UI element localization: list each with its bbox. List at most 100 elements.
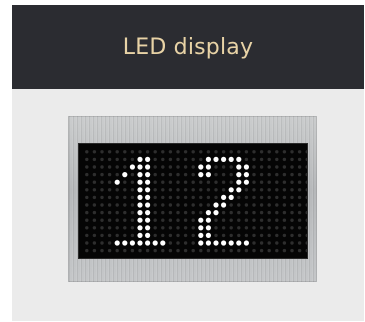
led-dot-unlit bbox=[290, 188, 294, 192]
led-dot-unlit bbox=[282, 233, 287, 238]
led-dot-unlit bbox=[267, 195, 271, 200]
led-dot-unlit bbox=[259, 248, 264, 253]
led-dot-unlit bbox=[153, 165, 157, 169]
led-dot-unlit bbox=[85, 180, 89, 184]
led-dot-unlit bbox=[176, 218, 180, 222]
led-dot-unlit bbox=[130, 203, 135, 207]
led-dot-lit-digit-2 bbox=[205, 240, 211, 246]
led-dot-unlit bbox=[107, 172, 112, 177]
led-dot-unlit bbox=[214, 218, 218, 222]
led-dot-unlit bbox=[275, 233, 279, 238]
led-dot-unlit bbox=[191, 172, 195, 177]
led-dot-unlit bbox=[85, 241, 89, 245]
led-dot-unlit bbox=[275, 195, 279, 200]
led-dot-unlit bbox=[100, 165, 104, 169]
led-dot-unlit bbox=[252, 180, 256, 184]
led-dot-unlit bbox=[290, 218, 294, 222]
led-dot-lit-digit-2 bbox=[221, 240, 227, 246]
led-dot-unlit bbox=[282, 180, 287, 184]
led-dot-unlit bbox=[168, 248, 173, 253]
led-dot-unlit bbox=[100, 172, 104, 177]
led-dot-unlit bbox=[130, 157, 135, 162]
led-dot-lit-digit-2 bbox=[236, 187, 242, 193]
led-dot-unlit bbox=[130, 180, 135, 184]
led-dot-unlit bbox=[221, 226, 226, 230]
led-dot-unlit bbox=[168, 188, 173, 192]
led-dot-unlit bbox=[168, 157, 173, 162]
led-dot-lit-digit-2 bbox=[236, 164, 242, 170]
led-dot-unlit bbox=[206, 248, 211, 253]
led-dot-unlit bbox=[297, 165, 302, 169]
led-dot-unlit bbox=[153, 248, 157, 253]
led-dot-unlit bbox=[275, 218, 279, 222]
led-dot-unlit bbox=[297, 157, 302, 162]
led-dot-unlit bbox=[176, 180, 180, 184]
led-dot-unlit bbox=[107, 188, 112, 192]
led-dot-unlit bbox=[92, 226, 97, 230]
led-dot-unlit bbox=[290, 248, 294, 253]
led-dot-unlit bbox=[244, 248, 249, 253]
led-dot-unlit bbox=[221, 233, 226, 238]
led-dot-unlit bbox=[199, 150, 203, 154]
led-dot-unlit bbox=[290, 150, 294, 154]
led-dot-lit-digit-2 bbox=[198, 164, 204, 170]
led-dot-lit-digit-1 bbox=[137, 156, 143, 162]
led-dot-unlit bbox=[100, 157, 104, 162]
led-dot-lit-digit-2 bbox=[243, 240, 249, 246]
led-dot-unlit bbox=[229, 150, 233, 154]
led-dot-unlit bbox=[267, 180, 271, 184]
led-dot-unlit bbox=[290, 226, 294, 230]
led-dot-unlit bbox=[130, 218, 135, 222]
led-dot-lit-digit-1 bbox=[137, 217, 143, 223]
led-dot-unlit bbox=[85, 218, 89, 222]
led-dot-unlit bbox=[267, 165, 271, 169]
led-dot-lit-digit-1 bbox=[137, 194, 143, 200]
led-dot-unlit bbox=[221, 150, 226, 154]
led-dot-unlit bbox=[168, 180, 173, 184]
led-dot-unlit bbox=[161, 226, 165, 230]
led-dot-unlit bbox=[85, 150, 89, 154]
led-dot-lit-digit-1 bbox=[122, 240, 128, 246]
led-dot-unlit bbox=[168, 203, 173, 207]
led-dot-unlit bbox=[244, 150, 249, 154]
led-dot-unlit bbox=[267, 157, 271, 162]
led-dot-unlit bbox=[221, 248, 226, 253]
led-dot-unlit bbox=[183, 150, 188, 154]
led-dot-unlit bbox=[290, 233, 294, 238]
led-dot-lit-digit-2 bbox=[243, 179, 249, 185]
led-dot-unlit bbox=[176, 165, 180, 169]
led-dot-unlit bbox=[297, 150, 302, 154]
led-dot-lit-digit-2 bbox=[205, 225, 211, 231]
led-dot-unlit bbox=[107, 203, 112, 207]
led-dot-unlit bbox=[244, 195, 249, 200]
led-dot-unlit bbox=[107, 226, 112, 230]
led-dot-unlit bbox=[275, 188, 279, 192]
led-dot-unlit bbox=[107, 210, 112, 215]
led-dot-lit-digit-2 bbox=[221, 202, 227, 208]
led-dot-unlit bbox=[183, 180, 188, 184]
led-dot-unlit bbox=[259, 150, 264, 154]
led-dot-unlit bbox=[229, 172, 233, 177]
led-dot-unlit bbox=[115, 210, 119, 215]
led-dot-unlit bbox=[244, 188, 249, 192]
led-dot-lit-digit-1 bbox=[114, 240, 120, 246]
led-dot-unlit bbox=[275, 203, 279, 207]
led-dot-lit-digit-2 bbox=[243, 172, 249, 178]
led-dot-lit-digit-1 bbox=[145, 217, 151, 223]
led-matrix bbox=[79, 144, 307, 258]
led-dot-unlit bbox=[259, 157, 264, 162]
led-dot-unlit bbox=[221, 165, 226, 169]
led-dot-unlit bbox=[130, 172, 135, 177]
led-dot-unlit bbox=[85, 226, 89, 230]
led-dot-unlit bbox=[221, 210, 226, 215]
led-dot-unlit bbox=[252, 226, 256, 230]
led-dot-unlit bbox=[252, 248, 256, 253]
led-dot-unlit bbox=[267, 248, 271, 253]
led-dot-unlit bbox=[123, 165, 127, 169]
led-dot-unlit bbox=[130, 210, 135, 215]
led-dot-lit-digit-2 bbox=[228, 194, 234, 200]
led-dot-lit-digit-2 bbox=[243, 164, 249, 170]
led-dot-unlit bbox=[107, 218, 112, 222]
led-dot-unlit bbox=[130, 233, 135, 238]
led-dot-unlit bbox=[161, 157, 165, 162]
